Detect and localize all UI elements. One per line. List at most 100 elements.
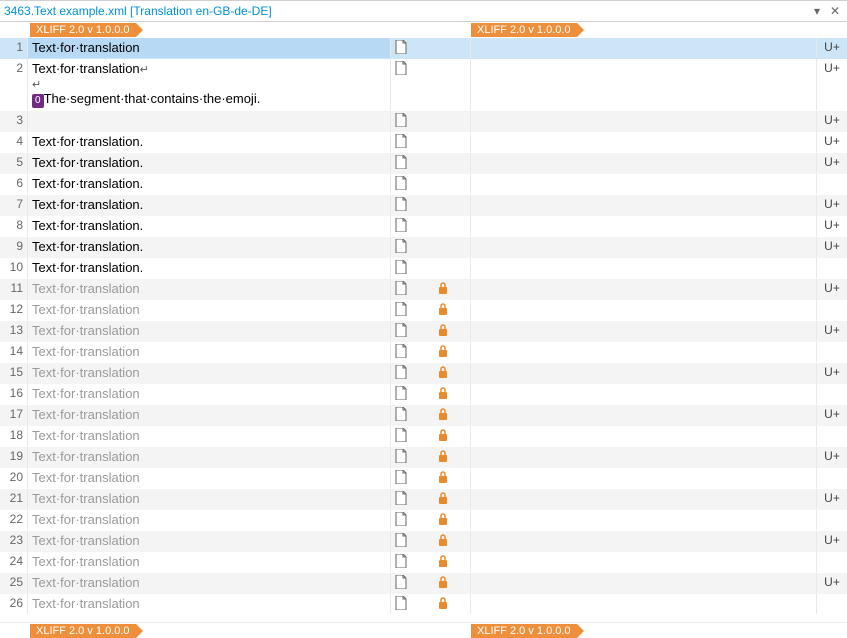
target-cell[interactable]	[471, 447, 817, 467]
unicode-indicator[interactable]: U+	[817, 489, 847, 509]
source-cell[interactable]: Text·for·translation	[28, 594, 391, 614]
source-cell[interactable]: Text·for·translation	[28, 468, 391, 488]
unicode-indicator[interactable]	[817, 594, 847, 614]
target-cell[interactable]	[471, 468, 817, 488]
source-cell[interactable]: Text·for·translation.	[28, 237, 391, 257]
target-cell[interactable]	[471, 38, 817, 58]
segment-row[interactable]: 6Text·for·translation.	[0, 174, 847, 195]
source-cell[interactable]: Text·for·translation.	[28, 195, 391, 215]
target-cell[interactable]	[471, 237, 817, 257]
unicode-indicator[interactable]	[817, 384, 847, 404]
unicode-indicator[interactable]: U+	[817, 153, 847, 173]
source-cell[interactable]: Text·for·translation	[28, 384, 391, 404]
unicode-indicator[interactable]: U+	[817, 321, 847, 341]
format-tag-source[interactable]: XLIFF 2.0 v 1.0.0.0	[30, 23, 136, 37]
segment-grid[interactable]: 1Text·for·translationU+2Text·for·transla…	[0, 38, 847, 622]
source-cell[interactable]: Text·for·translation	[28, 300, 391, 320]
target-cell[interactable]	[471, 321, 817, 341]
unicode-indicator[interactable]	[817, 258, 847, 278]
source-cell[interactable]: Text·for·translation.	[28, 153, 391, 173]
segment-row[interactable]: 11Text·for·translationU+	[0, 279, 847, 300]
unicode-indicator[interactable]: U+	[817, 111, 847, 131]
source-cell[interactable]: Text·for·translation	[28, 426, 391, 446]
unicode-indicator[interactable]: U+	[817, 279, 847, 299]
target-cell[interactable]	[471, 216, 817, 236]
source-cell[interactable]: Text·for·translation	[28, 573, 391, 593]
segment-row[interactable]: 23Text·for·translationU+	[0, 531, 847, 552]
inline-tag[interactable]: 0	[32, 94, 44, 108]
target-cell[interactable]	[471, 594, 817, 614]
source-cell[interactable]: Text·for·translation	[28, 321, 391, 341]
source-cell[interactable]: Text·for·translation.	[28, 132, 391, 152]
target-cell[interactable]	[471, 132, 817, 152]
source-cell[interactable]: Text·for·translation	[28, 510, 391, 530]
target-cell[interactable]	[471, 279, 817, 299]
source-cell[interactable]: Text·for·translation	[28, 38, 391, 58]
segment-row[interactable]: 22Text·for·translation	[0, 510, 847, 531]
unicode-indicator[interactable]	[817, 174, 847, 194]
segment-row[interactable]: 15Text·for·translationU+	[0, 363, 847, 384]
target-cell[interactable]	[471, 153, 817, 173]
target-cell[interactable]	[471, 489, 817, 509]
format-tag-target[interactable]: XLIFF 2.0 v 1.0.0.0	[471, 23, 577, 37]
segment-row[interactable]: 24Text·for·translation	[0, 552, 847, 573]
unicode-indicator[interactable]	[817, 426, 847, 446]
segment-row[interactable]: 5Text·for·translation.U+	[0, 153, 847, 174]
unicode-indicator[interactable]	[817, 552, 847, 572]
segment-row[interactable]: 8Text·for·translation.U+	[0, 216, 847, 237]
unicode-indicator[interactable]: U+	[817, 531, 847, 551]
segment-row[interactable]: 21Text·for·translationU+	[0, 489, 847, 510]
segment-row[interactable]: 13Text·for·translationU+	[0, 321, 847, 342]
source-cell[interactable]: Text·for·translation.	[28, 216, 391, 236]
unicode-indicator[interactable]: U+	[817, 216, 847, 236]
target-cell[interactable]	[471, 573, 817, 593]
source-cell[interactable]: Text·for·translation.	[28, 174, 391, 194]
target-cell[interactable]	[471, 405, 817, 425]
source-cell[interactable]	[28, 111, 391, 131]
unicode-indicator[interactable]	[817, 300, 847, 320]
segment-row[interactable]: 12Text·for·translation	[0, 300, 847, 321]
segment-row[interactable]: 3U+	[0, 111, 847, 132]
unicode-indicator[interactable]: U+	[817, 132, 847, 152]
unicode-indicator[interactable]: U+	[817, 237, 847, 257]
dropdown-icon[interactable]: ▾	[809, 3, 825, 19]
unicode-indicator[interactable]	[817, 510, 847, 530]
segment-row[interactable]: 16Text·for·translation	[0, 384, 847, 405]
target-cell[interactable]	[471, 363, 817, 383]
source-cell[interactable]: Text·for·translation	[28, 489, 391, 509]
segment-row[interactable]: 17Text·for·translationU+	[0, 405, 847, 426]
source-cell[interactable]: Text·for·translation	[28, 552, 391, 572]
segment-row[interactable]: 25Text·for·translationU+	[0, 573, 847, 594]
format-tag-source-footer[interactable]: XLIFF 2.0 v 1.0.0.0	[30, 624, 136, 638]
target-cell[interactable]	[471, 258, 817, 278]
segment-row[interactable]: 2Text·for·translation↵↵0The·segment·that…	[0, 59, 847, 111]
unicode-indicator[interactable]: U+	[817, 195, 847, 215]
unicode-indicator[interactable]	[817, 342, 847, 362]
source-cell[interactable]: Text·for·translation	[28, 447, 391, 467]
unicode-indicator[interactable]: U+	[817, 363, 847, 383]
format-tag-target-footer[interactable]: XLIFF 2.0 v 1.0.0.0	[471, 624, 577, 638]
segment-row[interactable]: 14Text·for·translation	[0, 342, 847, 363]
target-cell[interactable]	[471, 342, 817, 362]
target-cell[interactable]	[471, 174, 817, 194]
unicode-indicator[interactable]	[817, 468, 847, 488]
target-cell[interactable]	[471, 531, 817, 551]
source-cell[interactable]: Text·for·translation↵↵0The·segment·that·…	[28, 59, 391, 110]
target-cell[interactable]	[471, 552, 817, 572]
segment-row[interactable]: 19Text·for·translationU+	[0, 447, 847, 468]
source-cell[interactable]: Text·for·translation	[28, 342, 391, 362]
target-cell[interactable]	[471, 510, 817, 530]
source-cell[interactable]: Text·for·translation	[28, 405, 391, 425]
segment-row[interactable]: 7Text·for·translation.U+	[0, 195, 847, 216]
segment-row[interactable]: 26Text·for·translation	[0, 594, 847, 615]
target-cell[interactable]	[471, 384, 817, 404]
unicode-indicator[interactable]: U+	[817, 38, 847, 58]
segment-row[interactable]: 10Text·for·translation.	[0, 258, 847, 279]
unicode-indicator[interactable]: U+	[817, 573, 847, 593]
target-cell[interactable]	[471, 195, 817, 215]
source-cell[interactable]: Text·for·translation	[28, 363, 391, 383]
unicode-indicator[interactable]: U+	[817, 59, 847, 110]
segment-row[interactable]: 4Text·for·translation.U+	[0, 132, 847, 153]
source-cell[interactable]: Text·for·translation	[28, 531, 391, 551]
target-cell[interactable]	[471, 111, 817, 131]
